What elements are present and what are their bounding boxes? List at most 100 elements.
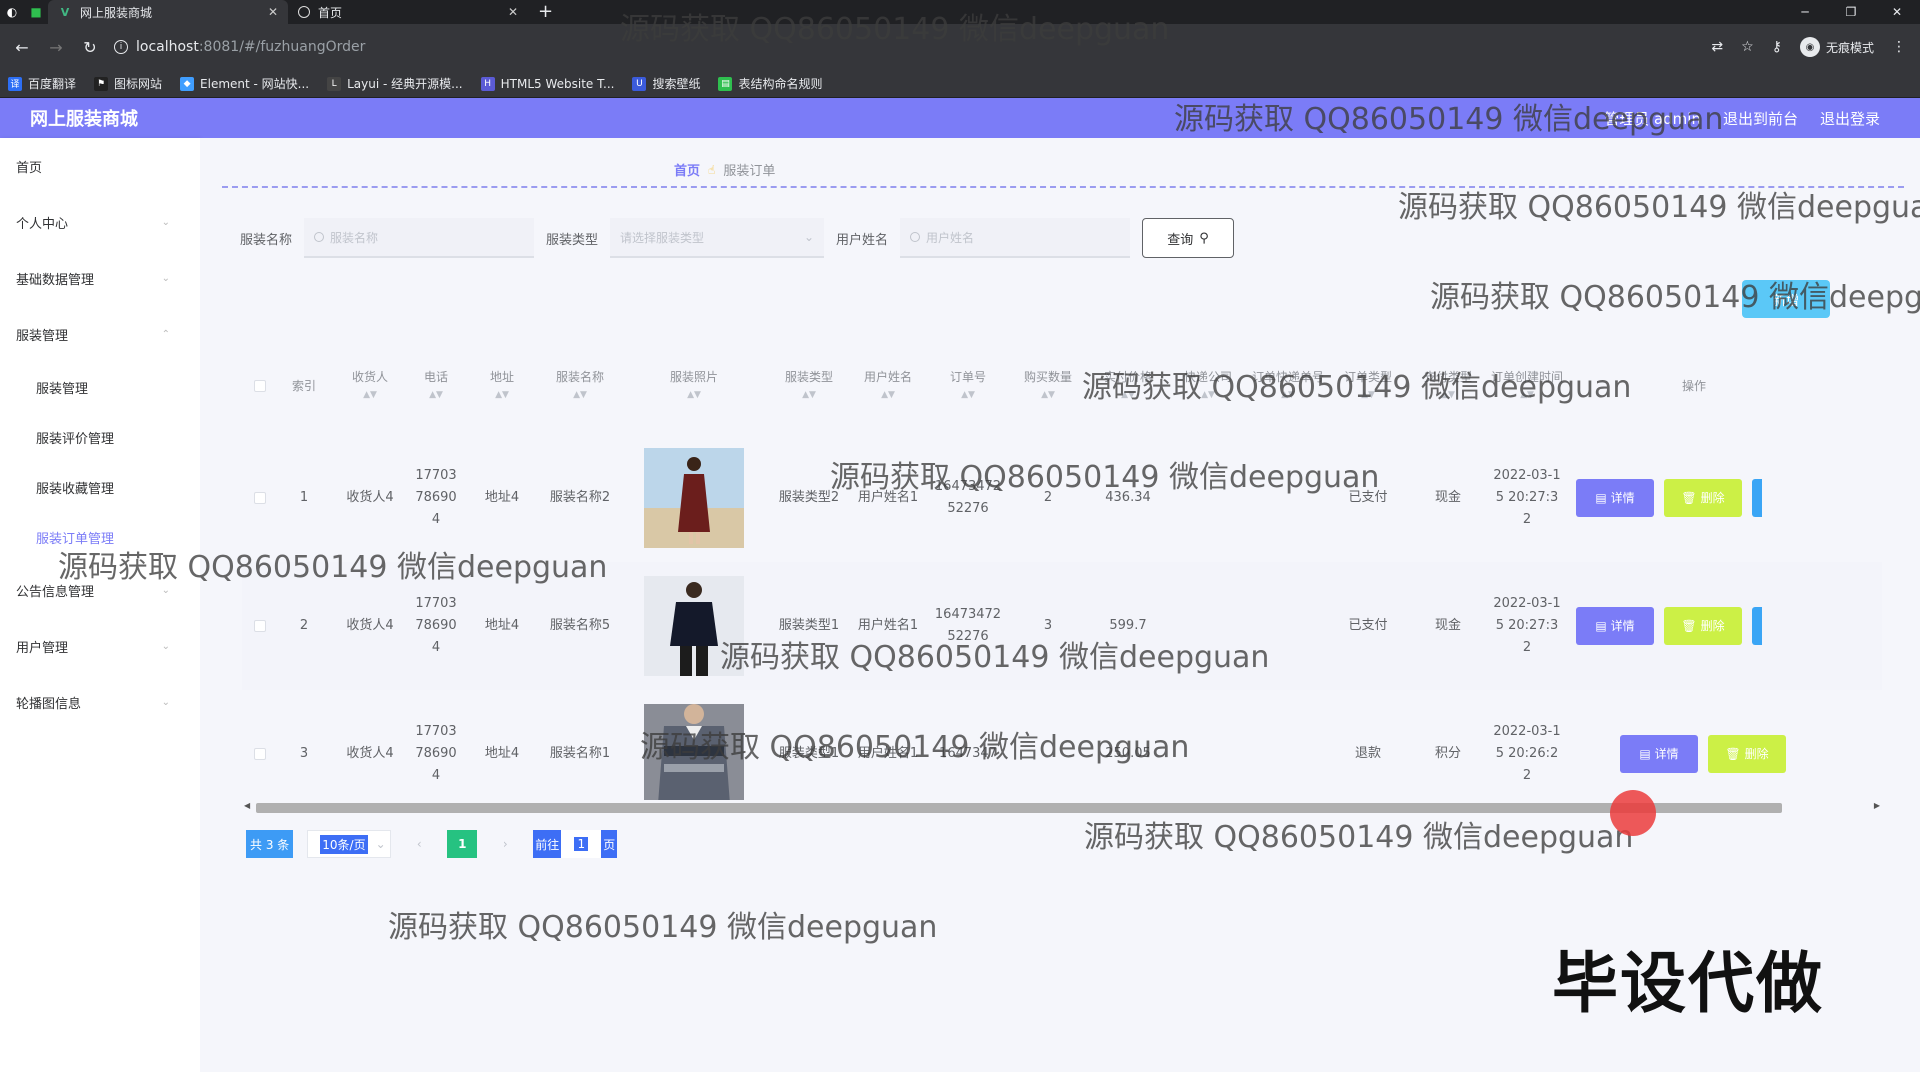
sidebar-item-label: 公告信息管理 (16, 584, 95, 600)
info-icon[interactable]: i (114, 40, 128, 54)
row-checkbox[interactable] (242, 748, 278, 760)
col-type[interactable]: 服装类型 ▲▼ (770, 368, 848, 404)
col-user[interactable]: 用户姓名 ▲▼ (848, 368, 928, 404)
detail-button[interactable]: ▤ 详情 (1620, 735, 1698, 773)
key-icon[interactable]: ⚷ (1772, 39, 1782, 55)
col-order-no[interactable]: 订单号 ▲▼ (928, 368, 1008, 404)
cell-photo[interactable] (618, 448, 770, 548)
search-name-input[interactable]: 服装名称 (304, 218, 535, 258)
bookmark-item[interactable]: H HTML5 Website T... (480, 76, 614, 91)
scroll-right-icon[interactable]: ▶ (1874, 801, 1880, 810)
product-photo-dress[interactable] (644, 448, 744, 548)
search-user-label: 用户姓名 (836, 232, 889, 248)
tab-group-icon[interactable]: ■ (24, 0, 48, 24)
close-icon[interactable]: ✕ (508, 5, 518, 19)
sidebar-item-home[interactable]: 首页 (0, 138, 200, 194)
orders-table: 索引 收货人 ▲▼ 电话 ▲▼ 地址 ▲▼ 服装名称 ▲▼ 服装照片 ▲▼ 服装类型 ▲▼ … (242, 338, 1882, 814)
star-icon[interactable]: ☆ (1741, 39, 1754, 55)
bookmark-item[interactable]: L Layui - 经典开源模... (327, 75, 463, 92)
edit-button[interactable] (1752, 479, 1762, 517)
col-created[interactable]: 订单创建时间 ▲▼ (1488, 368, 1566, 404)
search-type-select[interactable]: 请选择服装类型 ⌄ (610, 218, 825, 258)
sidebar-subitem-clothing[interactable]: 服装管理 (0, 362, 200, 412)
sidebar-subitem-orders[interactable]: 服装订单管理 (0, 512, 200, 562)
cell-pay: 现金 (1434, 490, 1461, 505)
placeholder: 服装名称 (330, 230, 379, 245)
cell-created: 2022-03-15 20:27:32 (1493, 468, 1561, 527)
product-photo-jacket[interactable] (644, 576, 744, 676)
tab-app[interactable]: V 网上服装商城 ✕ (48, 0, 288, 24)
next-page-button[interactable]: › (491, 830, 519, 858)
cell-photo[interactable] (618, 704, 770, 804)
row-checkbox[interactable] (242, 492, 278, 504)
col-price[interactable]: 实付价格 ▲▼ (1088, 368, 1168, 404)
select-all-checkbox[interactable] (242, 380, 278, 392)
goto-page-input[interactable]: 1 (561, 830, 602, 858)
row-checkbox[interactable] (242, 620, 278, 632)
scrollbar-thumb[interactable] (256, 803, 1782, 813)
page-number[interactable]: 1 (447, 830, 478, 858)
sidebar-item-base-data[interactable]: 基础数据管理 ⌄ (0, 250, 200, 306)
sort-icon: ▲▼ (961, 390, 975, 400)
close-icon[interactable]: ✕ (268, 5, 278, 19)
incognito-indicator[interactable]: ◉ 无痕模式 (1799, 37, 1874, 57)
close-window-icon[interactable]: ✕ (1874, 0, 1920, 24)
delete-button[interactable]: 🗑 删除 (1708, 735, 1786, 773)
col-name[interactable]: 服装名称 ▲▼ (542, 368, 618, 404)
sidebar-item-users[interactable]: 用户管理 ⌄ (0, 618, 200, 674)
edit-button[interactable] (1752, 607, 1762, 645)
forward-icon[interactable]: → (42, 33, 70, 61)
breadcrumb-home[interactable]: 首页 (674, 160, 700, 179)
url-host: localhost (136, 39, 199, 55)
sidebar-item-notices[interactable]: 公告信息管理 ⌄ (0, 562, 200, 618)
back-icon[interactable]: ← (8, 33, 36, 61)
incognito-icon: ◉ (1799, 37, 1820, 57)
bookmark-item[interactable]: 译百度翻译 (8, 75, 76, 92)
logout-link[interactable]: 退出登录 (1820, 108, 1880, 129)
product-photo-polo[interactable] (644, 704, 744, 804)
minimize-icon[interactable]: ─ (1782, 0, 1828, 24)
add-button[interactable]: 新增 (1742, 280, 1830, 318)
delete-button[interactable]: 🗑 删除 (1664, 479, 1742, 517)
new-tab-button[interactable]: + (528, 0, 563, 24)
more-menu-icon[interactable]: ⋮ (1892, 39, 1906, 55)
col-phone[interactable]: 电话 ▲▼ (410, 368, 462, 404)
bookmark-item[interactable]: ◆ Element - 网站快... (180, 75, 309, 92)
sidebar-item-clothing[interactable]: 服装管理 ⌃ (0, 306, 200, 362)
delete-button[interactable]: 🗑 删除 (1664, 607, 1742, 645)
restore-icon[interactable]: ❐ (1828, 0, 1874, 24)
col-photo[interactable]: 服装照片 ▲▼ (618, 368, 770, 404)
cell-order-no: 1647347252276 (934, 479, 1002, 516)
sort-icon: ▲▼ (1121, 390, 1135, 400)
detail-button[interactable]: ▤ 详情 (1576, 479, 1654, 517)
translate-icon[interactable]: ⇄ (1711, 39, 1723, 55)
page-size-select[interactable]: 10条/页 ⌄ (307, 830, 392, 858)
back-to-front-link[interactable]: 退出到前台 (1723, 108, 1798, 129)
prev-page-button[interactable]: ‹ (405, 830, 433, 858)
search-user-input[interactable]: 用户姓名 (900, 218, 1131, 258)
col-receiver[interactable]: 收货人 ▲▼ (330, 368, 410, 404)
sidebar-item-profile[interactable]: 个人中心 ⌄ (0, 194, 200, 250)
bookmark-item[interactable]: ⚑ 图标网站 (94, 75, 162, 92)
bookmark-item[interactable]: ▤ 表结构命名规则 (718, 75, 822, 92)
sidebar-subitem-favorites[interactable]: 服装收藏管理 (0, 462, 200, 512)
col-order-type[interactable]: 订单类型 ▲▼ (1328, 368, 1408, 404)
cell-photo[interactable] (618, 576, 770, 676)
tab-home[interactable]: 首页 ✕ (288, 0, 528, 24)
col-address[interactable]: 地址 ▲▼ (462, 368, 542, 404)
query-button[interactable]: 查询 ⚲ (1142, 218, 1235, 258)
scroll-left-icon[interactable]: ◀ (244, 801, 250, 810)
cell-receiver: 收货人4 (346, 490, 394, 505)
bookmark-label: Element - 网站快... (200, 77, 310, 91)
col-qty[interactable]: 购买数量 ▲▼ (1008, 368, 1088, 404)
bookmark-item[interactable]: U 搜索壁纸 (632, 75, 700, 92)
col-express[interactable]: 快递公司 ▲▼ (1168, 368, 1248, 404)
url-input[interactable]: i localhost:8081/#/fuzhuangOrder (110, 33, 1705, 61)
browser-menu-icon[interactable]: ◐ (0, 0, 24, 24)
col-pay-type[interactable]: 支付类型 ▲▼ (1408, 368, 1488, 404)
sidebar-subitem-reviews[interactable]: 服装评价管理 (0, 412, 200, 462)
col-express-no[interactable]: 订单快递单号 ▲▼ (1248, 368, 1328, 404)
reload-icon[interactable]: ↻ (76, 33, 104, 61)
sidebar-item-carousel[interactable]: 轮播图信息 ⌄ (0, 674, 200, 730)
detail-button[interactable]: ▤ 详情 (1576, 607, 1654, 645)
